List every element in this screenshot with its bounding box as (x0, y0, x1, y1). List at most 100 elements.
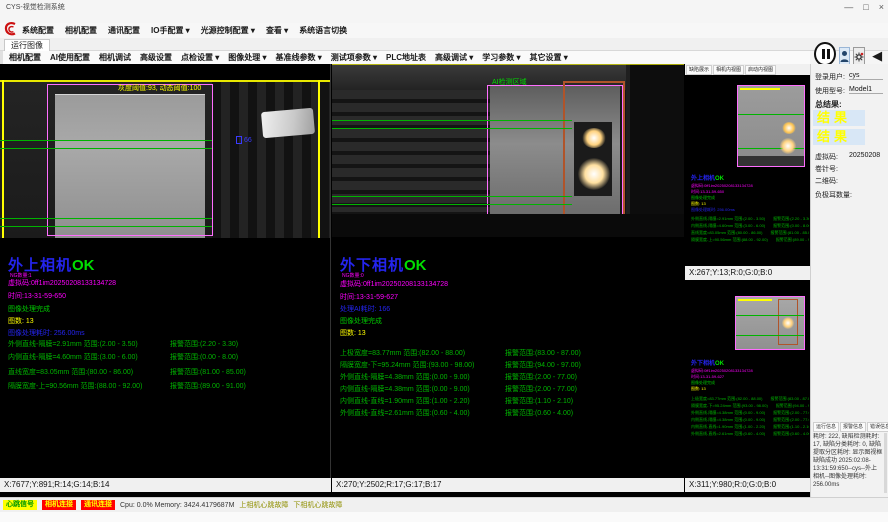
thumb-barcode: 虚拟码:0ff1im20250208133134728 (691, 183, 807, 188)
weld-glow (782, 317, 794, 329)
result-box-upper: 结果 (813, 110, 865, 126)
measure-line (0, 226, 212, 227)
comm-connect-badge: 通讯连接 (81, 500, 115, 510)
pause-button[interactable] (814, 42, 836, 66)
menu-camera-config[interactable]: 相机配置 (65, 25, 97, 36)
tool-plc-address[interactable]: PLC地址表 (386, 52, 426, 63)
log-tab-alarm[interactable]: 报警信息 (840, 422, 866, 432)
menu-system-config[interactable]: 系统配置 (22, 25, 54, 36)
maximize-button[interactable]: □ (863, 0, 868, 14)
vcode-label: 虚拟码: (815, 152, 838, 162)
tool-camera-debug[interactable]: 相机调试 (99, 52, 131, 63)
alarm-range: 报警范围:(2.00 - 77.00) (505, 384, 577, 394)
m: 外侧直线-隔膜=4.38mm 范围:(0.00 - 9.00) (691, 410, 765, 415)
measurement-row: 直线宽度=83.05mm 范围:(80.00 - 86.00) 报警范围:(81… (8, 367, 328, 377)
frame-count: 图数: 13 (340, 328, 366, 338)
viewport-upper-camera[interactable]: 灰度阈值:93, 动态阈值:100 66 外上相机OK NG数量:1 虚拟码:0… (0, 64, 331, 478)
measurement-value: 外侧直线-隔膜=4.38mm 范围:(0.00 - 9.00) (340, 374, 470, 381)
minimize-button[interactable]: — (844, 0, 853, 14)
tool-learning-params[interactable]: 学习参数 ▾ (482, 52, 520, 63)
m: 上极宽度=83.77mm 范围:(82.00 - 88.00) (691, 396, 762, 401)
menu-io-config[interactable]: IO手配置 ▾ (151, 25, 190, 36)
tool-camera-config[interactable]: 相机配置 (9, 52, 41, 63)
thumb-measurement-row: 隔膜宽度-下=95.24mm 范围:(93.00 - 98.00)报警范围:(9… (691, 403, 809, 408)
m: 直线宽度=83.05mm 范围:(80.00 - 86.00) (691, 230, 762, 235)
tab-camera-view[interactable]: 相机内视图 (713, 65, 744, 75)
thumb-measurement-row: 外侧直线-隔膜=4.38mm 范围:(0.00 - 9.00)报警范围:(2.0… (691, 410, 809, 415)
viewport-lower-camera[interactable]: AI检测区域 外下相机OK NG数量:0 虚拟码:0ff1im202502081… (332, 64, 684, 478)
thumb-elapsed: 图像处理耗时: 256.00ms (691, 207, 807, 212)
toolbar: 相机配置 AI使用配置 相机调试 高级设置 点检设置 ▾ 图像处理 ▾ 基准线参… (0, 51, 810, 64)
measurement-row: 外侧直线-隔膜=2.91mm 范围:(2.00 - 3.50) 报警范围:(2.… (8, 339, 328, 349)
tab-defect-display[interactable]: 缺陷展示 (686, 65, 712, 75)
measurement-value: 外侧直线-隔膜=2.91mm 范围:(2.00 - 3.50) (8, 341, 138, 348)
measurement-row: 内侧直线-隔膜=4.38mm 范围:(0.00 - 9.00) 报警范围:(2.… (340, 384, 660, 394)
log-tab-run[interactable]: 运行信息 (813, 422, 839, 432)
tool-other-settings[interactable]: 其它设置 ▾ (530, 52, 568, 63)
log-scrollbar[interactable] (884, 433, 887, 493)
menu-light-config[interactable]: 光源控制配置 ▾ (201, 25, 255, 36)
qr-code-label: 二维码: (815, 176, 838, 186)
thumb-threshold-label (740, 88, 780, 90)
sidebar: 登录用户: cys 使用型号: Model1 总结果: 结果 结果 虚拟码: 2… (810, 64, 888, 497)
a: 报警范围:(83.00 - 87.00) (770, 396, 809, 401)
thumb-upper-coords: X:267;Y:13;R:0;G:0;B:0 (685, 266, 810, 280)
thumb-measurement-row: 外侧直线-隔膜=2.91mm 范围:(2.00 - 3.50)报警范围:(2.2… (691, 216, 809, 221)
menu-view[interactable]: 查看 ▾ (266, 25, 288, 36)
login-user-label: 登录用户: (815, 72, 845, 82)
heartbeat-badge: 心跳信号 (3, 500, 37, 510)
thumb-measurement-row: 隔膜宽度-上=90.56mm 范围:(88.00 - 92.00)报警范围:(8… (691, 237, 809, 242)
model-field[interactable]: Model1 (849, 86, 883, 94)
bottom-margin (0, 512, 888, 522)
ai-detect-box (563, 81, 625, 219)
reference-line-top (332, 64, 684, 65)
menu-comm-config[interactable]: 通讯配置 (108, 25, 140, 36)
negative-tab-count-label: 负极耳数量: (815, 190, 852, 200)
measurement-row: 隔膜宽度-上=90.56mm 范围:(88.00 - 92.00) 报警范围:(… (8, 381, 328, 391)
thumb-count: 图数: 13 (691, 201, 807, 206)
log-tab-error[interactable]: 错误信息 (867, 422, 888, 432)
thumb-measurement-row: 外侧直线-直线=2.61mm 范围:(0.60 - 4.00)报警范围:(0.6… (691, 431, 809, 436)
tool-advanced-settings[interactable]: 高级设置 (140, 52, 172, 63)
a: 报警范围:(81.00 - 85.00) (770, 230, 809, 235)
thumbnail-lower-camera[interactable]: 外下相机OK 虚拟码:0ff1im20250208133134728 时间:13… (685, 280, 810, 478)
camera-connect-badge: 相机连接 (42, 500, 76, 510)
vcode-value: 20250208 (849, 152, 883, 159)
a: 报警范围:(1.10 - 2.10) (773, 424, 809, 429)
tool-spotcheck-settings[interactable]: 点检设置 ▾ (181, 52, 219, 63)
thumb-count: 图数: 13 (691, 386, 807, 391)
tool-baseline-params[interactable]: 基准线参数 ▾ (276, 52, 322, 63)
alarm-range: 报警范围:(89.00 - 91.00) (170, 381, 246, 391)
measure-line (332, 128, 572, 129)
reference-line-right (318, 80, 320, 238)
close-button[interactable]: × (879, 0, 884, 14)
thumb-measurement-row: 内侧直线-隔膜=4.60mm 范围:(3.00 - 6.00)报警范围:(0.0… (691, 223, 809, 228)
total-result-label: 总结果: (815, 99, 842, 110)
a: 报警范围:(89.00 - 91.00) (776, 237, 809, 242)
measurement-value: 隔膜宽度-上=90.56mm 范围:(88.00 - 92.00) (8, 383, 142, 390)
camera-name: 外上相机 (691, 176, 715, 182)
tool-image-processing[interactable]: 图像处理 ▾ (228, 52, 266, 63)
exit-button[interactable]: ◀ (868, 46, 886, 66)
lower-camera-coords: X:270;Y:2502;R:17;G:17;B:17 (332, 478, 684, 492)
a: 报警范围:(94.00 - 97.00) (776, 403, 809, 408)
frame-count: 图数: 13 (8, 316, 34, 326)
tab-start-view[interactable]: 启动内视图 (745, 65, 776, 75)
measure-line (0, 148, 212, 149)
time-text: 时间:13-31-59-650 (8, 291, 66, 301)
result-ok: OK (72, 257, 95, 274)
machine-slats (332, 90, 490, 212)
m: 外侧直线-直线=2.61mm 范围:(0.60 - 4.00) (691, 431, 765, 436)
tool-ai-config[interactable]: AI使用配置 (50, 52, 90, 63)
menu-language[interactable]: 系统语言切换 (299, 25, 347, 36)
thumbnail-upper-camera[interactable]: 外上相机OK 虚拟码:0ff1im20250208133134728 时间:13… (685, 75, 810, 266)
tab-run-image[interactable]: 运行图像 (4, 39, 50, 51)
login-user-field[interactable]: cys (849, 72, 883, 80)
measurement-row: 外侧直线-隔膜=4.38mm 范围:(0.00 - 9.00) 报警范围:(2.… (340, 372, 660, 382)
measure-line (0, 140, 212, 141)
tool-test-params[interactable]: 测试项参数 ▾ (331, 52, 377, 63)
tool-advanced-debug[interactable]: 高级调试 ▾ (435, 52, 473, 63)
ai-elapsed-text: 处理AI耗时: 166 (340, 304, 390, 314)
m: 内侧直线-直线=1.90mm 范围:(1.00 - 2.20) (691, 424, 765, 429)
connector-part (261, 108, 315, 138)
